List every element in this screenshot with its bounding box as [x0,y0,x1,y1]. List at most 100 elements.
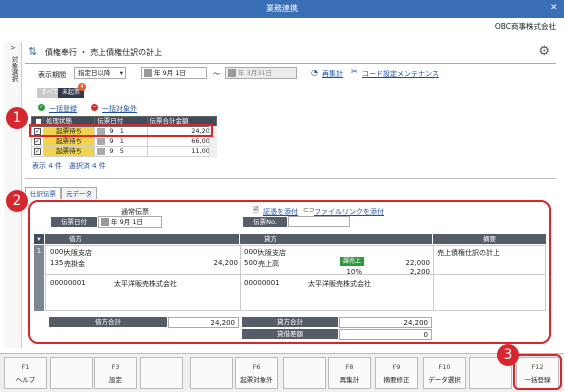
fkey-label: ヘルプ [15,376,36,384]
period-select-value: 指定日以降 [78,69,111,77]
row-checkbox[interactable]: ✓ [34,148,41,155]
credit-total-label: 貸方合計 [242,317,338,327]
col-divider [433,245,434,311]
credit-client: 太平洋販売株式会社 [308,280,371,288]
function-key-bar: F1 ヘルプ F3 設定 F6 起票対象外 F8 再集計 F9 摘要修正 F10 データ選択… [0,353,564,392]
callout-1: 1 [6,107,28,129]
f7-button[interactable] [283,357,326,389]
date-separator: ～ [213,70,220,78]
tax-amount: 2,200 [409,268,430,276]
list-summary: 表示 4 件 選択済 4 件 [32,162,106,170]
close-icon[interactable]: ✕ [550,3,560,13]
gear-icon[interactable]: ⚙ [538,44,550,59]
fkey-label: 起票対象外 [240,376,273,384]
callout-3: 3 [497,344,519,366]
voucher-no-label: 伝票No. [243,217,287,227]
detail-tabs: 仕訳伝票 元データ [25,187,97,199]
status-badge: 起票待ち [42,136,96,147]
voucher-date-field[interactable]: 年 9月 1日 [98,216,162,228]
debit-dept: 大阪支店 [64,249,92,257]
debit-account: 売掛金 [64,260,85,268]
fkey-number: F6 [252,363,261,371]
col-header-debit: 借方 [45,234,239,244]
era-box [97,147,106,155]
fkey-number: F1 [21,363,30,371]
row-checkbox-cell[interactable]: ✓ [31,146,44,157]
table-row[interactable]: ✓ 起票待ち 9 5 11,000 [31,146,218,157]
voucher-no-field[interactable] [288,216,350,227]
f9-edit-memo-button[interactable]: F9 摘要修正 [375,357,418,389]
f10-select-data-button[interactable]: F10 データ選択 [423,357,466,389]
date-month: 9 [109,137,114,145]
row-checkbox-cell[interactable]: ✓ [31,136,44,147]
minus-circle-icon: − [91,104,98,111]
tab-source-data[interactable]: 元データ [61,187,97,199]
callout-3-highlight [513,354,562,390]
fkey-label: データ選択 [428,376,461,384]
amount-cell: 66,000 [146,136,218,147]
recalc-link[interactable]: 再集計 [322,69,343,79]
date-from-value: 年 9月 1日 [154,69,186,77]
date-to-value: 年 3月31日 [238,69,272,77]
debit-account-code: 135 [50,259,64,267]
tab-journal[interactable]: 仕訳伝票 [25,187,61,199]
sidebar-label: 対象選択 [10,56,18,82]
voucher-date-label: 伝票日付 [51,217,97,227]
fkey-number: F10 [438,363,451,371]
callout-1-highlight [29,124,213,137]
col-header-memo: 摘要 [433,234,546,244]
unposted-count-badge: 4 [78,83,86,91]
debit-total: 24,200 [168,317,239,328]
window-titlebar: 業務連携 [0,0,564,18]
fkey-label: 設定 [109,376,122,384]
col-header-credit: 貸方 [240,234,432,244]
tax-rate: 10% [346,268,362,276]
debit-client: 太平洋販売株式会社 [114,280,177,288]
chevron-down-icon[interactable]: ▾ [34,234,44,244]
period-select[interactable]: 指定日以降 ▾ [74,67,126,79]
era-box [144,69,152,77]
row-checkbox[interactable]: ✓ [34,138,41,145]
f6-exclude-button[interactable]: F6 起票対象外 [235,357,278,389]
check-circle-icon: ✓ [38,104,45,111]
f8-recalc-button[interactable]: F8 再集計 [328,357,371,389]
date-to-field: 年 3月31日 [225,67,297,79]
date-from-field[interactable]: 年 9月 1日 [141,67,207,79]
f1-help-button[interactable]: F1 ヘルプ [4,357,47,389]
f2-button[interactable] [50,357,93,389]
sync-icon: ⇅ [28,45,38,58]
date-day: 1 [119,137,124,145]
callout-2: 2 [6,190,28,212]
difference-label: 貸借差額 [242,329,338,339]
document-icon: 🗎 [253,206,259,214]
f3-settings-button[interactable]: F3 設定 [94,357,137,389]
table-row[interactable]: ✓ 起票待ち 9 1 66,000 [31,136,218,147]
status-badge: 起票待ち [42,146,96,157]
page-header: ⇅ 債権奉行 ・ 売上債権仕訳の計上 ⚙ [25,42,556,64]
splitter[interactable] [25,178,556,179]
fkey-number: F3 [111,363,120,371]
debit-total-label: 借方合計 [49,317,167,327]
window-title: 業務連携 [266,4,298,13]
credit-account: 売上高 [258,260,279,268]
code-settings-link[interactable]: コード設定メンテナンス [362,69,439,79]
fkey-label: 再集計 [339,376,360,384]
link-icon: ⊂⊃ [303,206,315,214]
credit-total: 24,200 [339,317,432,328]
company-name: OBC商事株式会社 [494,22,556,31]
bulk-apply-link[interactable]: 一括登録 [49,104,77,114]
bulk-exclude-link[interactable]: 一括対象外 [102,104,137,114]
memo-text: 売上債権仕訳の計上 [437,249,500,257]
f4-button[interactable] [140,357,183,389]
credit-account-code: 500 [244,259,258,267]
line-number: 1 [34,245,44,311]
debit-client-code: 00000001 [50,279,86,287]
era-box [101,218,109,226]
fkey-label: 摘要修正 [383,376,410,384]
chevron-right-icon[interactable]: > [10,44,16,52]
date-cell: 9 1 [94,136,148,147]
fkey-number: F9 [392,363,401,371]
f5-button[interactable] [190,357,233,389]
debit-amount: 24,200 [213,259,239,267]
voucher-date-value: 年 9月 1日 [111,218,143,226]
